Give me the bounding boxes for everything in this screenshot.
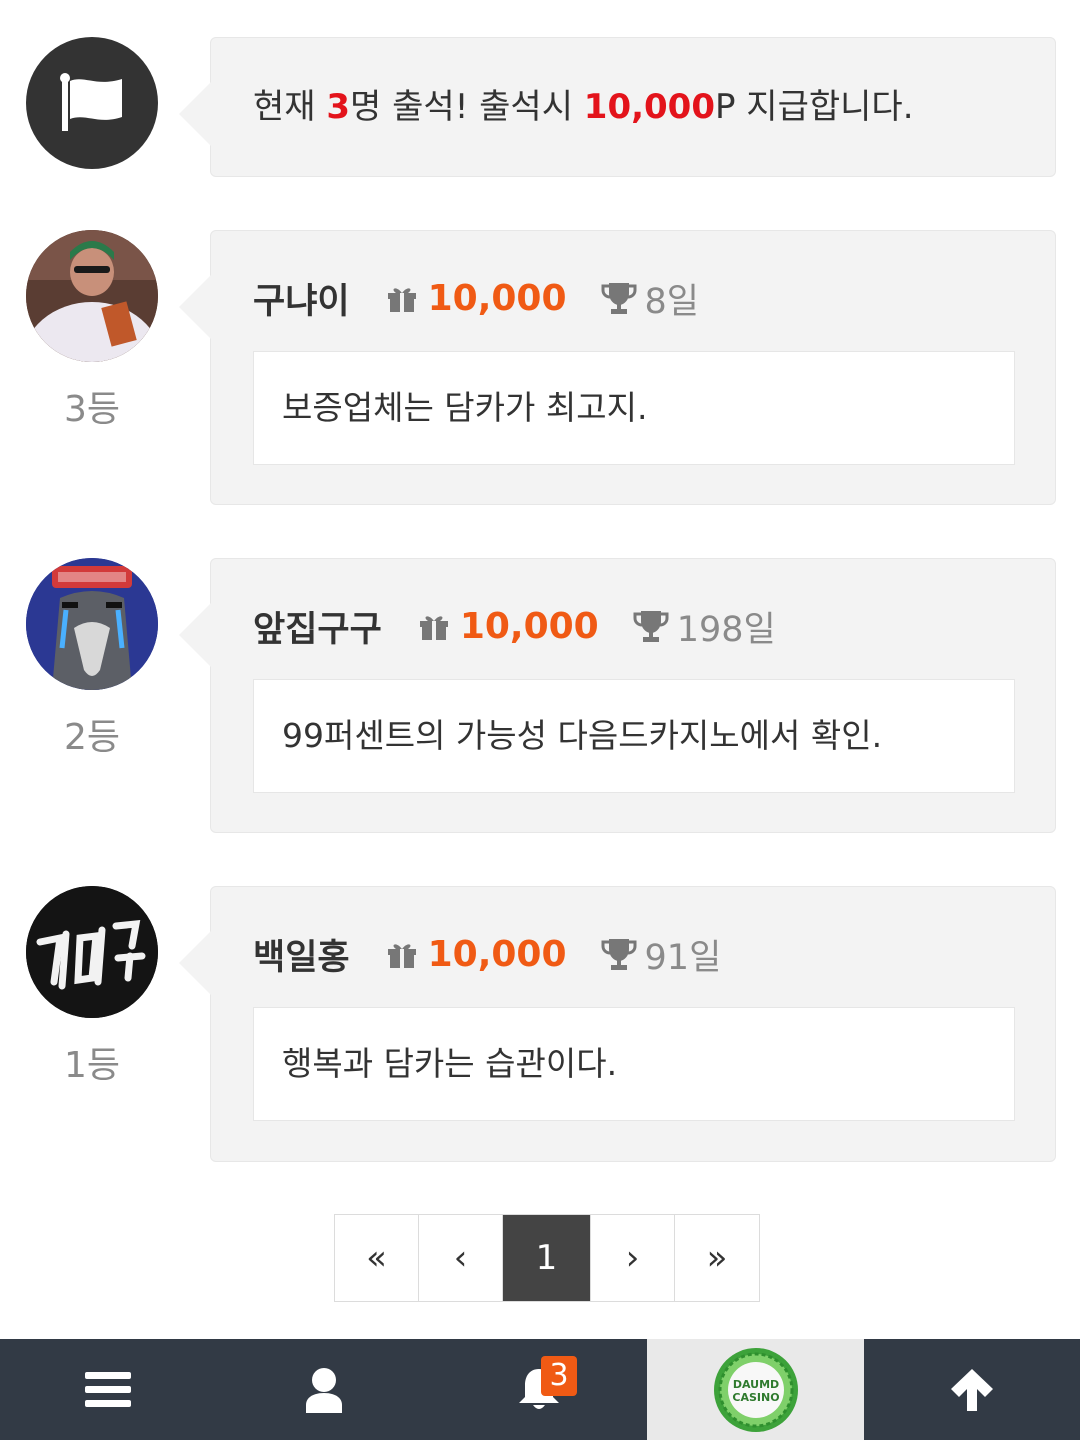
rank-label: 3등 — [63, 389, 121, 430]
entry-meta: 앞집구구 10,000 198일 — [253, 601, 776, 651]
flag-icon — [60, 73, 122, 131]
rank-label: 1등 — [63, 1045, 121, 1086]
attendance-notice-row: 현재 3명 출석! 출석시 10,000P 지급합니다. — [0, 37, 1080, 177]
attendance-points: 10,000 — [583, 87, 715, 127]
comment-box: 행복과 담카는 습관이다. — [253, 1007, 1015, 1121]
points-group: 10,000 — [386, 934, 567, 975]
gift-icon — [387, 944, 416, 968]
pagination: « ‹ 1 › » — [334, 1214, 760, 1302]
entry-bubble: 구냐이 10,000 8일 보증업체는 담카가 최고지. — [179, 230, 1056, 505]
points-value: 10,000 — [459, 605, 599, 647]
nickname[interactable]: 구냐이 — [253, 273, 350, 324]
points-group: 10,000 — [418, 606, 599, 647]
user-avatar[interactable] — [26, 558, 158, 690]
attendance-days: 198일 — [676, 609, 776, 650]
nickname[interactable]: 백일홍 — [253, 929, 350, 980]
nickname[interactable]: 앞집구구 — [253, 601, 382, 652]
notification-count-badge: 3 — [541, 1356, 577, 1396]
prev-page-button[interactable]: ‹ — [419, 1215, 503, 1301]
menu-button[interactable] — [0, 1339, 216, 1440]
profile-button[interactable] — [216, 1339, 432, 1440]
attendance-entry: 2등 앞집구구 10,000 198일 99퍼센트의 가능성 다음드카지노에서 … — [0, 558, 1080, 833]
notifications-button[interactable] — [432, 1339, 648, 1440]
svg-text:CASINO: CASINO — [732, 1391, 779, 1404]
next-page-button[interactable]: › — [591, 1215, 675, 1301]
notice-bubble: 현재 3명 출석! 출석시 10,000P 지급합니다. — [179, 37, 1056, 177]
bottom-nav-bar: DAUMD CASINO — [0, 1339, 1080, 1440]
attendance-count: 3 — [326, 87, 351, 127]
user-icon — [305, 1367, 342, 1413]
user-avatar[interactable] — [26, 230, 158, 362]
arrow-up-icon — [951, 1368, 994, 1411]
trophy-icon — [601, 939, 637, 970]
first-page-button[interactable]: « — [335, 1215, 419, 1301]
notice-text: 현재 3명 출석! 출석시 10,000P 지급합니다. — [253, 87, 914, 127]
scroll-top-button[interactable] — [864, 1339, 1080, 1440]
points-group: 10,000 — [386, 278, 567, 319]
attendance-days: 91일 — [644, 937, 722, 978]
points-value: 10,000 — [427, 277, 567, 319]
current-page-button[interactable]: 1 — [503, 1215, 591, 1301]
comment-box: 99퍼센트의 가능성 다음드카지노에서 확인. — [253, 679, 1015, 793]
user-avatar[interactable] — [26, 886, 158, 1018]
avatar-image — [26, 230, 158, 362]
entry-bubble: 앞집구구 10,000 198일 99퍼센트의 가능성 다음드카지노에서 확인. — [179, 558, 1056, 833]
trophy-icon — [633, 611, 669, 642]
site-logo-button[interactable]: DAUMD CASINO — [647, 1339, 865, 1440]
points-value: 10,000 — [427, 933, 567, 975]
avatar-image — [26, 558, 158, 690]
last-page-button[interactable]: » — [675, 1215, 759, 1301]
comment-box: 보증업체는 담카가 최고지. — [253, 351, 1015, 465]
rank-label: 2등 — [63, 717, 121, 758]
gift-icon — [419, 616, 448, 640]
daumd-casino-logo: DAUMD CASINO — [713, 1347, 798, 1432]
trophy-icon — [601, 283, 637, 314]
attendance-days: 8일 — [644, 281, 699, 322]
entry-bubble: 백일홍 10,000 91일 행복과 담카는 습관이다. — [179, 886, 1056, 1162]
avatar-image — [26, 886, 158, 1018]
days-group: 8일 — [601, 273, 699, 324]
entry-meta: 백일홍 10,000 91일 — [253, 929, 721, 979]
days-group: 91일 — [601, 929, 722, 980]
svg-text:DAUMD: DAUMD — [733, 1378, 779, 1391]
attendance-entry: 3등 구냐이 10,000 8일 보증업체는 담카가 최고지. — [0, 230, 1080, 505]
days-group: 198일 — [633, 601, 776, 652]
flag-avatar — [26, 37, 158, 169]
attendance-entry: 1등 백일홍 10,000 91일 행복과 담카는 습관이다. — [0, 886, 1080, 1162]
entry-meta: 구냐이 10,000 8일 — [253, 273, 699, 323]
gift-icon — [387, 288, 416, 312]
hamburger-menu-icon — [84, 1371, 131, 1407]
